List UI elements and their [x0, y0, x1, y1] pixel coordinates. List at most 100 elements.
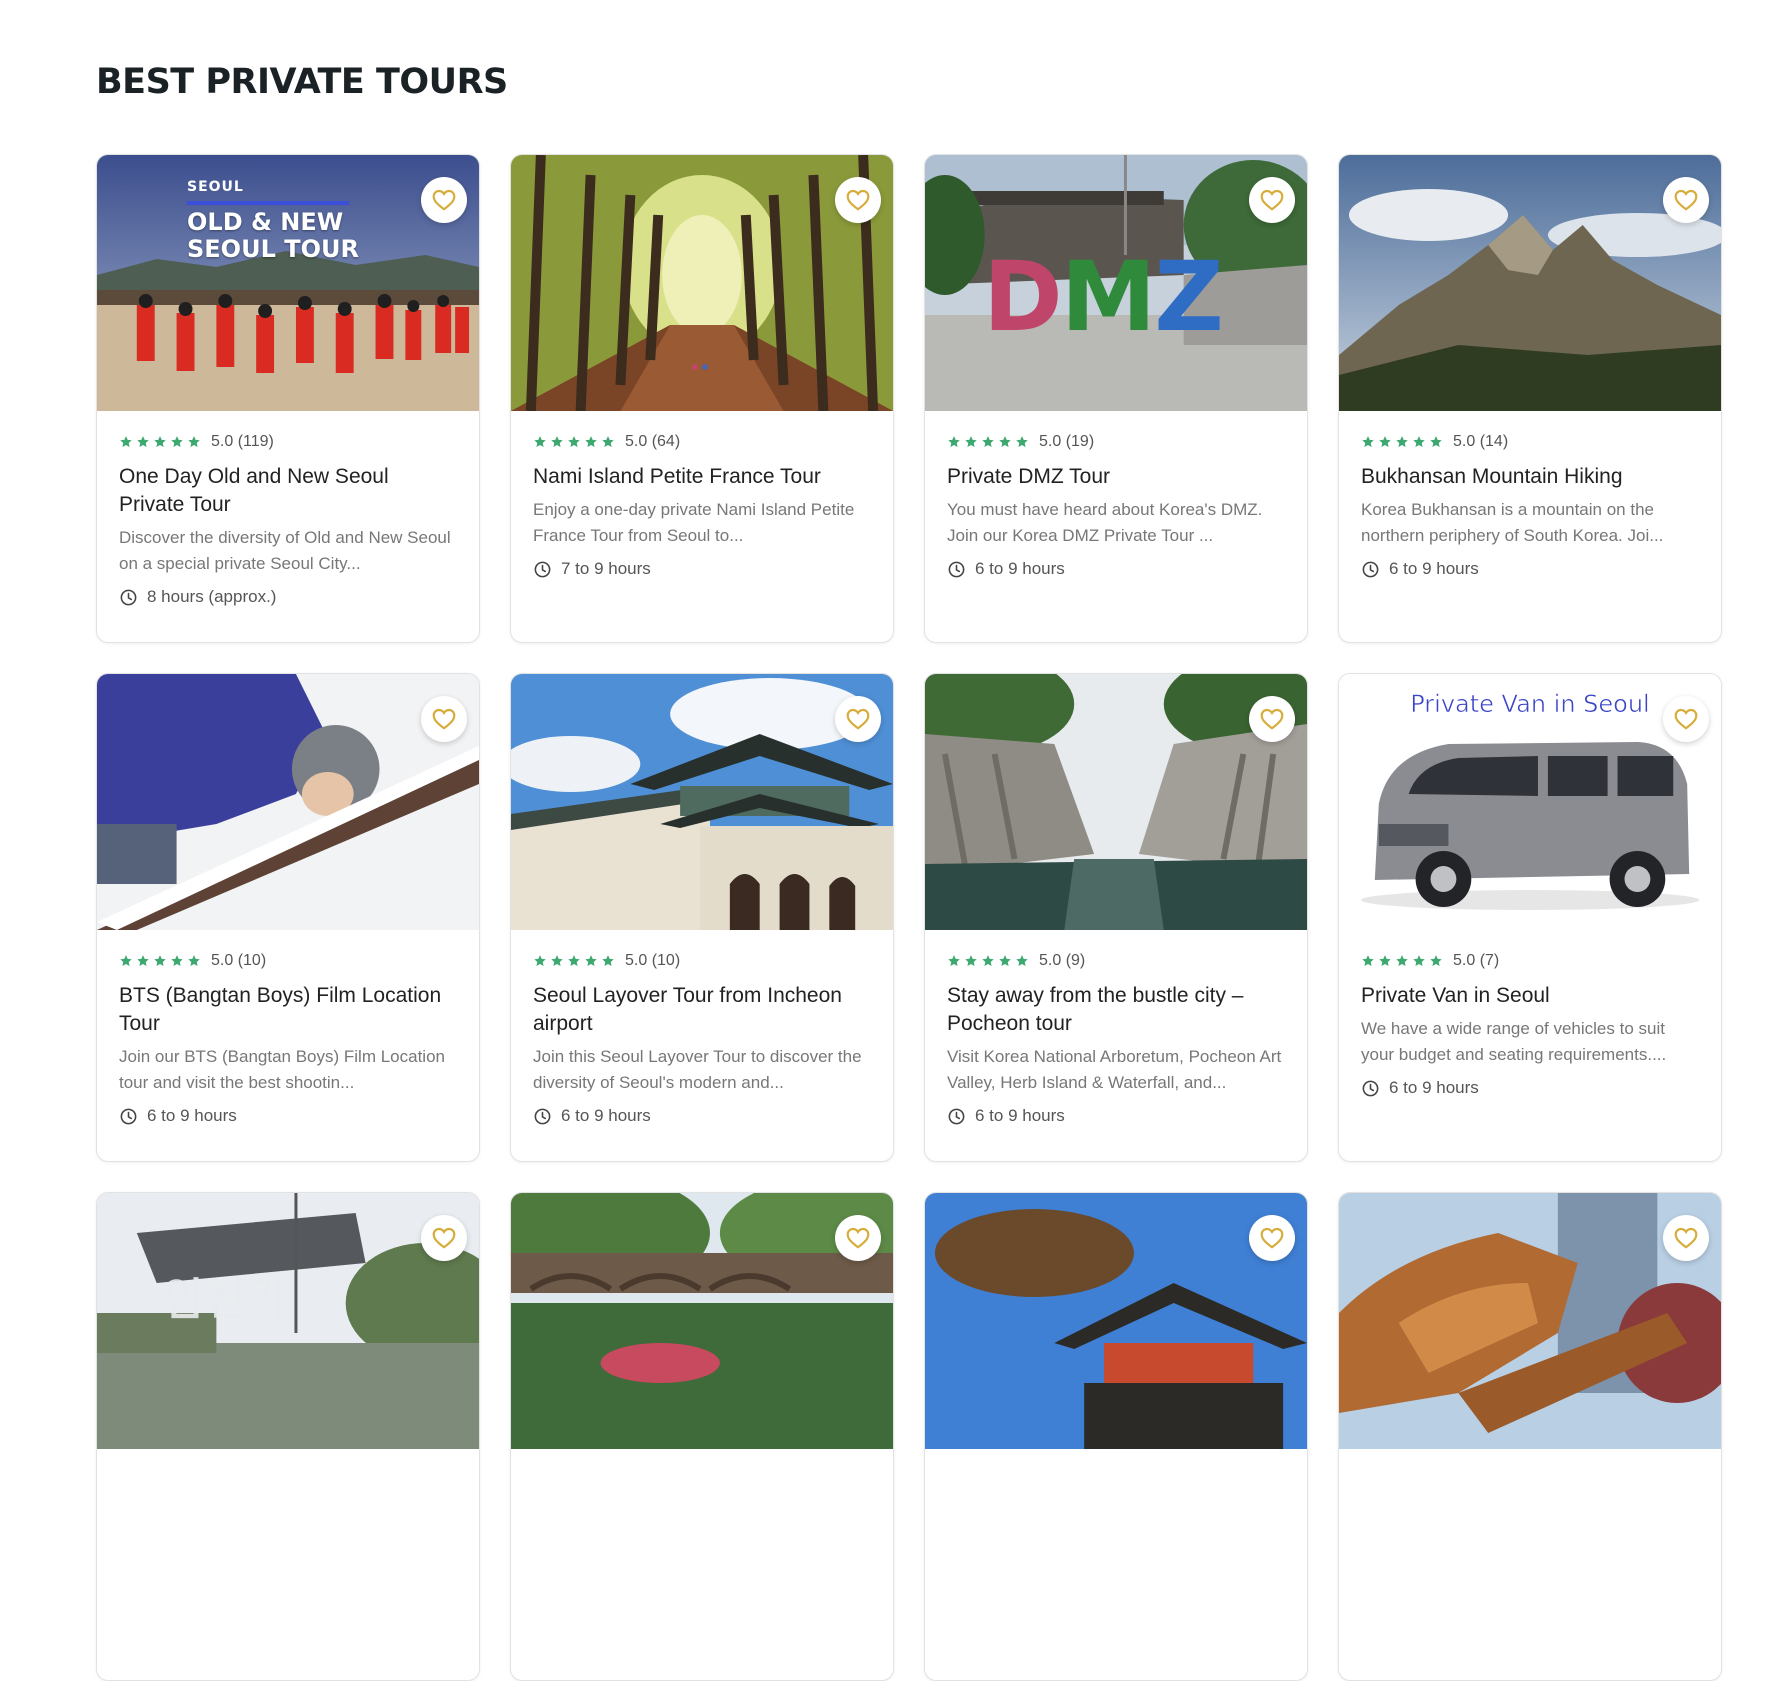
- star-icon: [171, 436, 183, 448]
- star-icon: [1413, 436, 1425, 448]
- duration-text: 6 to 9 hours: [1389, 1078, 1479, 1097]
- tour-card-body: 5.0 (9) Stay away from the bustle city –…: [925, 930, 1307, 1126]
- clock-icon: [1362, 1080, 1379, 1096]
- tour-card[interactable]: 5.0 (9) Stay away from the bustle city –…: [924, 673, 1308, 1162]
- imjingak-sign: 임진각: [163, 1274, 291, 1325]
- clock-icon: [120, 1108, 137, 1124]
- star-icon: [551, 955, 563, 967]
- tour-card[interactable]: [924, 1192, 1308, 1681]
- star-icon: [534, 955, 546, 967]
- star-icon: [171, 955, 183, 967]
- tour-title[interactable]: Stay away from the bustle city – Pocheon…: [947, 982, 1285, 1038]
- tour-card[interactable]: DMZ 5.0 (19) Private DMZ Tour You must h…: [924, 154, 1308, 643]
- tour-card[interactable]: [510, 1192, 894, 1681]
- rating: 5.0 (19): [947, 431, 1285, 453]
- star-icon: [948, 436, 960, 448]
- tour-image[interactable]: [925, 1193, 1307, 1449]
- tour-title[interactable]: Bukhansan Mountain Hiking: [1361, 463, 1699, 491]
- rating-score: 5.0 (9): [1039, 952, 1086, 969]
- star-rating: [947, 435, 1029, 449]
- star-icon: [1396, 436, 1408, 448]
- star-rating: [1361, 435, 1443, 449]
- tour-duration: 6 to 9 hours: [533, 1106, 871, 1126]
- rating: 5.0 (7): [1361, 950, 1699, 972]
- rating-score: 5.0 (10): [211, 952, 267, 969]
- star-rating: [533, 435, 615, 449]
- tour-description: You must have heard about Korea's DMZ. J…: [947, 500, 1263, 545]
- tour-card[interactable]: [1338, 1192, 1722, 1681]
- star-icon: [1016, 436, 1028, 448]
- star-icon: [1396, 955, 1408, 967]
- tour-card[interactable]: 임진각: [96, 1192, 480, 1681]
- tour-image[interactable]: SEOUL OLD & NEW SEOUL TOUR: [97, 155, 479, 411]
- star-icon: [568, 955, 580, 967]
- tour-duration: 7 to 9 hours: [533, 559, 871, 579]
- tour-image[interactable]: DMZ: [925, 155, 1307, 411]
- tour-card[interactable]: 5.0 (10) BTS (Bangtan Boys) Film Locatio…: [96, 673, 480, 1162]
- favorite-button[interactable]: [1249, 177, 1295, 223]
- tour-title[interactable]: Seoul Layover Tour from Incheon airport: [533, 982, 871, 1038]
- star-icon: [965, 955, 977, 967]
- tour-card[interactable]: Private Van in Seoul 5.0 (7) Private Van…: [1338, 673, 1722, 1162]
- tour-card-body: 5.0 (10) Seoul Layover Tour from Incheon…: [511, 930, 893, 1126]
- favorite-button[interactable]: [1663, 1215, 1709, 1261]
- favorite-button[interactable]: [421, 177, 467, 223]
- tour-image[interactable]: [511, 1193, 893, 1449]
- duration-text: 7 to 9 hours: [561, 559, 651, 578]
- tour-title[interactable]: Private Van in Seoul: [1361, 982, 1699, 1010]
- favorite-button[interactable]: [835, 696, 881, 742]
- heart-outline-icon: [432, 1227, 456, 1249]
- favorite-button[interactable]: [421, 1215, 467, 1261]
- tour-card[interactable]: SEOUL OLD & NEW SEOUL TOUR 5.0 (119) One…: [96, 154, 480, 643]
- tour-image[interactable]: [511, 155, 893, 411]
- tour-card[interactable]: 5.0 (10) Seoul Layover Tour from Incheon…: [510, 673, 894, 1162]
- star-icon: [982, 436, 994, 448]
- star-rating: [533, 954, 615, 968]
- tour-image[interactable]: [925, 674, 1307, 930]
- image-overlay-text: SEOUL OLD & NEW SEOUL TOUR: [187, 179, 359, 263]
- tour-image[interactable]: 임진각: [97, 1193, 479, 1449]
- favorite-button[interactable]: [835, 177, 881, 223]
- rating-score: 5.0 (119): [211, 433, 274, 450]
- tour-duration: 6 to 9 hours: [947, 559, 1285, 579]
- star-icon: [1430, 436, 1442, 448]
- rating: 5.0 (64): [533, 431, 871, 453]
- tour-image[interactable]: [511, 674, 893, 930]
- heart-outline-icon: [846, 189, 870, 211]
- star-rating: [119, 435, 201, 449]
- favorite-button[interactable]: [1249, 696, 1295, 742]
- favorite-button[interactable]: [1663, 696, 1709, 742]
- overlay-line2: SEOUL TOUR: [187, 235, 359, 263]
- favorite-button[interactable]: [421, 696, 467, 742]
- favorite-button[interactable]: [1663, 177, 1709, 223]
- heart-outline-icon: [1260, 1227, 1284, 1249]
- heart-outline-icon: [432, 189, 456, 211]
- tour-description: We have a wide range of vehicles to suit…: [1361, 1019, 1667, 1064]
- rating-score: 5.0 (14): [1453, 433, 1509, 450]
- tour-image[interactable]: [97, 674, 479, 930]
- star-icon: [602, 955, 614, 967]
- favorite-button[interactable]: [835, 1215, 881, 1261]
- star-icon: [120, 436, 132, 448]
- tour-grid: SEOUL OLD & NEW SEOUL TOUR 5.0 (119) One…: [96, 154, 1722, 1681]
- tour-title[interactable]: One Day Old and New Seoul Private Tour: [119, 463, 457, 519]
- favorite-button[interactable]: [1249, 1215, 1295, 1261]
- tour-card[interactable]: 5.0 (64) Nami Island Petite France Tour …: [510, 154, 894, 643]
- tour-title[interactable]: Nami Island Petite France Tour: [533, 463, 871, 491]
- tour-image[interactable]: [1339, 155, 1721, 411]
- tour-image[interactable]: Private Van in Seoul: [1339, 674, 1721, 930]
- clock-icon: [948, 1108, 965, 1124]
- tour-card-body: 5.0 (14) Bukhansan Mountain Hiking Korea…: [1339, 411, 1721, 579]
- star-rating: [1361, 954, 1443, 968]
- tour-duration: 6 to 9 hours: [1361, 1078, 1699, 1098]
- heart-outline-icon: [846, 1227, 870, 1249]
- tour-card[interactable]: 5.0 (14) Bukhansan Mountain Hiking Korea…: [1338, 154, 1722, 643]
- tour-title[interactable]: Private DMZ Tour: [947, 463, 1285, 491]
- tour-image[interactable]: [1339, 1193, 1721, 1449]
- star-icon: [1430, 955, 1442, 967]
- duration-text: 6 to 9 hours: [975, 1106, 1065, 1125]
- tour-title[interactable]: BTS (Bangtan Boys) Film Location Tour: [119, 982, 457, 1038]
- tour-duration: 8 hours (approx.): [119, 587, 457, 607]
- clock-icon: [120, 589, 137, 605]
- star-icon: [585, 436, 597, 448]
